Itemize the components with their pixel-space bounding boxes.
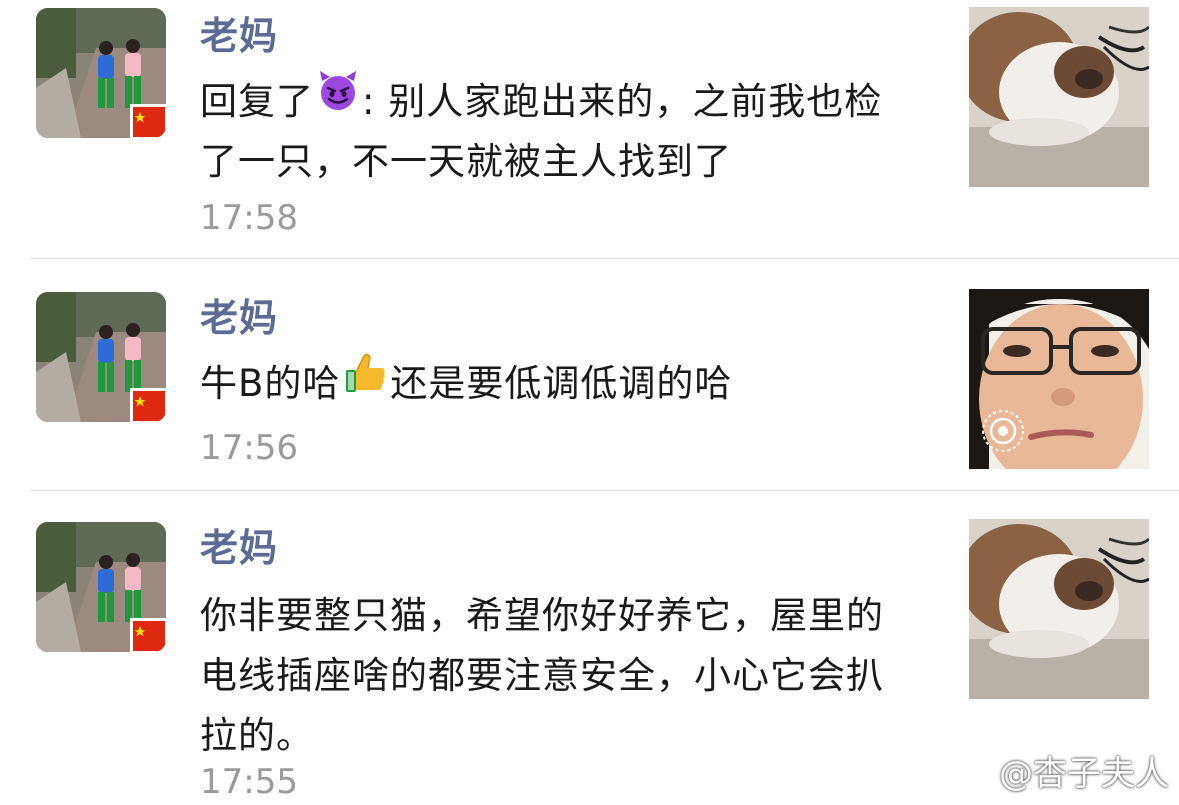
thumbs-up-emoji [342,350,388,414]
selfie-photo [969,289,1149,469]
timestamp: 17:56 [200,428,298,468]
smiling-imp-emoji [316,69,360,131]
sender-name[interactable]: 老妈 [200,12,278,60]
cat-photo-thumbnail[interactable] [969,7,1149,187]
message-body-start: 牛B的哈 [200,362,341,405]
message-text: 牛B的哈 还是要低调低调的哈 [200,353,900,414]
timestamp: 17:58 [200,198,298,238]
watermark-text: @杏子夫人 [999,754,1169,794]
message-body-end: 还是要低调低调的哈 [390,362,733,405]
sender-name[interactable]: 老妈 [200,524,278,572]
message-text: 你非要整只猫，希望你好好养它，屋里的电线插座啥的都要注意安全，小心它会扒拉的。 [200,594,884,757]
comments-feed: 老妈 回复了: 别人家跑出来的，之前我也检了一只，不一天就被主人找到了 17:5… [0,0,1179,805]
cat-photo-thumbnail[interactable] [969,519,1149,699]
divider [30,258,1179,259]
avatar-photo [36,292,166,422]
avatar-photo [36,522,166,652]
cat-photo [969,519,1149,699]
watermark: @杏子夫人 [955,746,1169,795]
timestamp: 17:55 [200,762,298,802]
avatar-photo [36,8,166,138]
avatar[interactable] [36,522,166,652]
reply-prefix: 回复了 [200,80,314,123]
sender-name[interactable]: 老妈 [200,294,278,342]
cat-photo [969,7,1149,187]
weibo-icon [955,758,993,786]
avatar[interactable] [36,8,166,138]
message-text: 回复了: 别人家跑出来的，之前我也检了一只，不一天就被主人找到了 [200,69,900,192]
avatar[interactable] [36,292,166,422]
divider [30,490,1179,491]
selfie-photo-thumbnail[interactable] [969,289,1149,469]
